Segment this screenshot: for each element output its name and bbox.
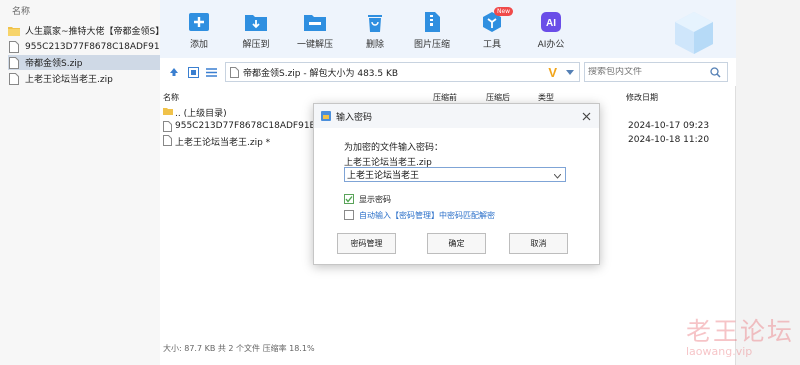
delete-icon: [362, 10, 388, 34]
file-icon: [163, 121, 173, 133]
zip-file-icon: [230, 66, 239, 78]
cube-logo-icon: [672, 10, 716, 59]
file-name: 上老王论坛当老王.zip *: [175, 138, 271, 148]
password-dialog: 输入密码 为加密的文件输入密码： 上老王论坛当老王.zip 显示密码 自动输入【…: [313, 103, 600, 265]
file-icon: [8, 56, 20, 69]
file-icon: [8, 40, 20, 53]
column-name[interactable]: 名称: [163, 92, 179, 103]
chevron-down-icon[interactable]: [566, 69, 574, 79]
tools-label: 工具: [482, 40, 501, 50]
one-click-extract-button[interactable]: 一键解压: [287, 8, 343, 56]
auto-input-checkbox[interactable]: [344, 210, 354, 220]
dialog-title: 输入密码: [336, 112, 373, 123]
column-headers: 名称 压缩前 压缩后 类型 修改日期: [160, 90, 736, 104]
explorer-item-zip[interactable]: 上老王论坛当老王.zip: [8, 71, 160, 86]
ai-office-label: AI办公: [537, 40, 565, 50]
file-icon: [8, 72, 20, 85]
cancel-button[interactable]: 取消: [509, 233, 568, 254]
list-view-icon[interactable]: [205, 66, 217, 78]
show-password-label: 显示密码: [359, 194, 391, 204]
explorer-item-label: 人生赢家~推特大佬【帝都金领S】: [25, 27, 160, 37]
image-compress-icon: [419, 10, 445, 34]
search-icon[interactable]: [710, 66, 721, 78]
file-date: 2024-10-17 09:23: [628, 121, 710, 131]
column-type[interactable]: 类型: [538, 92, 554, 103]
password-input[interactable]: [347, 169, 547, 180]
new-badge: New: [494, 7, 514, 16]
image-compress-button[interactable]: 图片压缩: [404, 8, 460, 56]
show-password-option[interactable]: 显示密码: [344, 193, 391, 205]
up-arrow-icon[interactable]: [168, 66, 180, 78]
file-date: 2024-10-18 11:20: [628, 135, 710, 145]
close-icon[interactable]: [579, 109, 593, 123]
svg-text:AI: AI: [546, 18, 556, 29]
dialog-prompt: 为加密的文件输入密码：: [344, 143, 444, 153]
address-path: 帝都金领S.zip - 解包大小为 483.5 KB: [243, 68, 399, 79]
image-compress-label: 图片压缩: [413, 40, 450, 50]
explorer-item-zip-selected[interactable]: 帝都金领S.zip: [8, 55, 160, 70]
ai-office-button[interactable]: AI AI办公: [523, 8, 579, 56]
column-compressed[interactable]: 压缩前: [433, 92, 457, 103]
ok-button[interactable]: 确定: [427, 233, 486, 254]
watermark-cn: 老王论坛: [686, 317, 795, 346]
extract-to-button[interactable]: 解压到: [228, 8, 284, 56]
tools-button[interactable]: New 工具: [464, 7, 520, 56]
password-combobox[interactable]: [344, 167, 566, 182]
column-after[interactable]: 压缩后: [486, 92, 510, 103]
explorer-item-folder[interactable]: 人生赢家~推特大佬【帝都金领S】: [8, 23, 160, 38]
address-bar[interactable]: 帝都金领S.zip - 解包大小为 483.5 KB V: [225, 62, 580, 82]
key-icon: [320, 110, 332, 122]
delete-button[interactable]: 删除: [347, 8, 403, 56]
one-click-extract-icon: [302, 10, 328, 34]
watermark-en: laowang.vip: [686, 345, 753, 358]
address-row: 帝都金领S.zip - 解包大小为 483.5 KB V: [160, 58, 736, 86]
search-input[interactable]: [588, 67, 706, 77]
add-icon: [186, 10, 212, 34]
explorer-pane: 名称 人生赢家~推特大佬【帝都金领S】 955C213D77F8678C18AD…: [0, 0, 162, 365]
delete-label: 删除: [365, 40, 384, 50]
auto-input-option[interactable]: 自动输入【密码管理】中密码匹配解密: [344, 209, 495, 221]
name-column-header[interactable]: 名称: [12, 4, 30, 17]
search-box[interactable]: [584, 62, 728, 82]
extract-to-label: 解压到: [242, 40, 270, 50]
file-name: .. (上级目录): [175, 109, 227, 119]
folder-icon: [163, 106, 173, 118]
column-modified[interactable]: 修改日期: [626, 92, 658, 103]
toolbar: 添加 解压到 一键解压 删除 图片压缩 New 工具 AI AI办公: [160, 0, 736, 58]
add-button[interactable]: 添加: [171, 8, 227, 56]
folder-icon: [8, 25, 20, 37]
explorer-item-label: 帝都金领S.zip: [25, 59, 83, 69]
extract-to-icon: [243, 10, 269, 34]
status-bar: 大小: 87.7 KB 共 2 个文件 压缩率 18.1%: [163, 344, 315, 353]
dialog-titlebar[interactable]: 输入密码: [314, 104, 599, 128]
explorer-item-label: 上老王论坛当老王.zip: [25, 75, 113, 85]
chevron-down-icon[interactable]: [553, 172, 562, 182]
add-label: 添加: [189, 40, 208, 50]
watermark: 老王论坛 laowang.vip: [686, 312, 796, 358]
file-icon: [163, 135, 173, 147]
ai-office-icon: AI: [538, 10, 564, 34]
one-click-extract-label: 一键解压: [296, 40, 333, 50]
auto-input-label[interactable]: 自动输入【密码管理】中密码匹配解密: [359, 210, 495, 221]
show-password-checkbox[interactable]: [344, 194, 354, 204]
v-logo-icon[interactable]: V: [548, 65, 557, 80]
explorer-item-label: 955C213D77F8678C18ADF91BB: [25, 41, 160, 52]
file-name: 955C213D77F8678C18ADF91BF4B9: [175, 121, 315, 131]
password-manager-button[interactable]: 密码管理: [337, 233, 396, 254]
explorer-item-hashfile[interactable]: 955C213D77F8678C18ADF91BB: [8, 39, 160, 54]
thumbnail-view-icon[interactable]: [187, 66, 199, 78]
